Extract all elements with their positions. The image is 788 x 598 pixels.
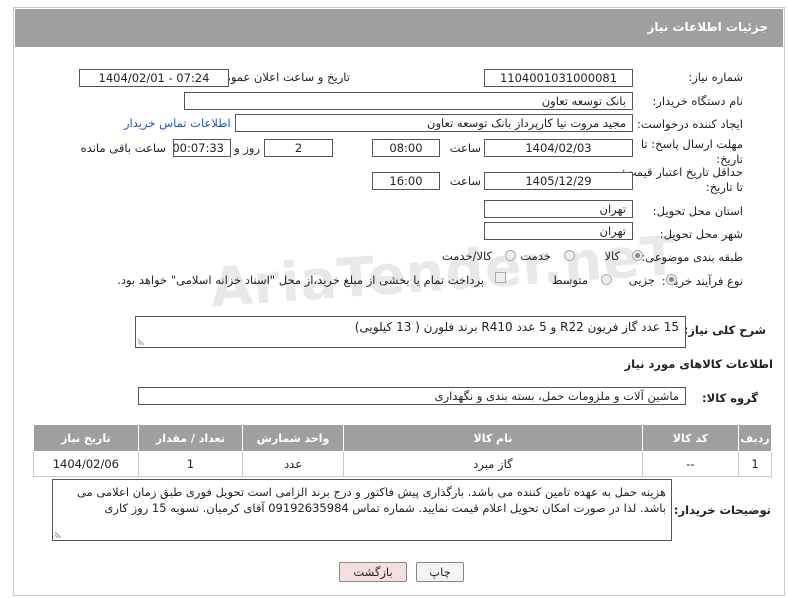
goods-table: ردیف کد کالا نام کالا واحد شمارش تعداد /… — [33, 424, 772, 477]
buyer-notes-field: هزینه حمل به عهده تامین کننده می باشد. ب… — [52, 479, 672, 541]
goods-section-title: اطلاعات کالاهای مورد نیاز — [624, 357, 773, 371]
col-header-row: ردیف — [738, 424, 772, 452]
back-button[interactable]: بازگشت — [339, 562, 407, 582]
panel-header: جزئیات اطلاعات نیاز — [15, 9, 783, 47]
col-header-date: تاریخ نیاز — [33, 424, 139, 452]
province-field: تهران — [484, 200, 633, 218]
deadline-time-field: 08:00 — [372, 139, 440, 157]
description-field: 15 عدد گاز فریون R22 و 5 عدد R410 برند ف… — [135, 316, 686, 348]
col-header-qty: تعداد / مقدار — [137, 424, 244, 452]
treasury-payment-checkbox[interactable] — [495, 272, 506, 283]
days-label: روز و — [234, 141, 260, 155]
category-label: طبقه بندی موضوعی: — [641, 250, 743, 264]
need-number-label: شماره نیاز: — [688, 70, 743, 84]
category-goods-service-label: کالا/خدمت — [441, 249, 492, 263]
panel-title: جزئیات اطلاعات نیاز — [647, 20, 768, 34]
cell-row: 1 — [738, 451, 772, 477]
description-text: 15 عدد گاز فریون R22 و 5 عدد R410 برند ف… — [354, 320, 679, 334]
category-goods-label: کالا — [604, 249, 620, 263]
goods-group-field: ماشین آلات و ملزومات حمل، بسته بندی و نگ… — [138, 387, 686, 405]
validity-date-field: 1405/12/29 — [484, 172, 633, 190]
buyer-label: نام دستگاه خریدار: — [652, 94, 743, 108]
col-header-code: کد کالا — [641, 424, 740, 452]
process-radio-minor[interactable] — [666, 274, 677, 285]
announce-field: 1404/02/01 - 07:24 — [79, 69, 229, 87]
treasury-payment-text: پرداخت تمام یا بخشی از مبلغ خرید،از محل … — [117, 273, 484, 287]
category-service-label: خدمت — [520, 249, 551, 263]
contact-info-link[interactable]: اطلاعات تماس خریدار — [124, 116, 231, 130]
buyer-notes-label: توضیحات خریدار: — [673, 503, 771, 517]
description-label: شرح کلی نیاز: — [683, 323, 766, 337]
city-label: شهر محل تحویل: — [659, 227, 743, 241]
cell-qty: 1 — [137, 451, 244, 477]
resize-handle-icon[interactable] — [55, 530, 63, 538]
cell-unit: عدد — [242, 451, 345, 477]
requester-label: ایجاد کننده درخواست: — [637, 117, 743, 131]
buyer-field: بانک توسعه تعاون — [184, 92, 633, 110]
col-header-name: نام کالا — [343, 424, 643, 452]
deadline-time-label: ساعت — [449, 141, 481, 155]
process-radio-medium[interactable] — [601, 274, 612, 285]
category-radio-goods[interactable] — [632, 250, 643, 261]
deadline-label: مهلت ارسال پاسخ: تا تاریخ: — [640, 137, 743, 166]
announce-label: تاریخ و ساعت اعلان عمومی: — [211, 70, 350, 84]
process-medium-label: متوسط — [551, 273, 588, 287]
cell-code: -- — [641, 451, 740, 477]
goods-group-label: گروه کالا: — [702, 391, 758, 405]
cell-name: گاز مبرد — [343, 451, 643, 477]
validity-time-label: ساعت — [449, 174, 481, 188]
goods-table-header: ردیف کد کالا نام کالا واحد شمارش تعداد /… — [33, 424, 772, 452]
need-number-field: 1104001031000081 — [484, 69, 633, 87]
remaining-label: ساعت باقی مانده — [80, 141, 166, 155]
category-radio-service[interactable] — [564, 250, 575, 261]
deadline-date-field: 1404/02/03 — [484, 139, 633, 157]
city-field: تهران — [484, 222, 633, 240]
col-header-unit: واحد شمارش — [242, 424, 345, 452]
table-row: 1 -- گاز مبرد عدد 1 1404/02/06 — [33, 451, 772, 477]
buyer-notes-text: هزینه حمل به عهده تامین کننده می باشد. ب… — [77, 485, 666, 515]
requester-field: مجید مروت نیا کارپرداز بانک توسعه تعاون — [235, 114, 633, 132]
print-button[interactable]: چاپ — [416, 562, 464, 582]
province-label: استان محل تحویل: — [652, 204, 743, 218]
category-radio-goods-service[interactable] — [505, 250, 516, 261]
validity-time-field: 16:00 — [372, 172, 440, 190]
days-field: 2 — [264, 139, 333, 157]
remaining-time-field: 00:07:33 — [173, 139, 231, 157]
cell-date: 1404/02/06 — [33, 451, 139, 477]
resize-handle-icon[interactable] — [138, 337, 146, 345]
process-minor-label: جزیی — [628, 273, 655, 287]
